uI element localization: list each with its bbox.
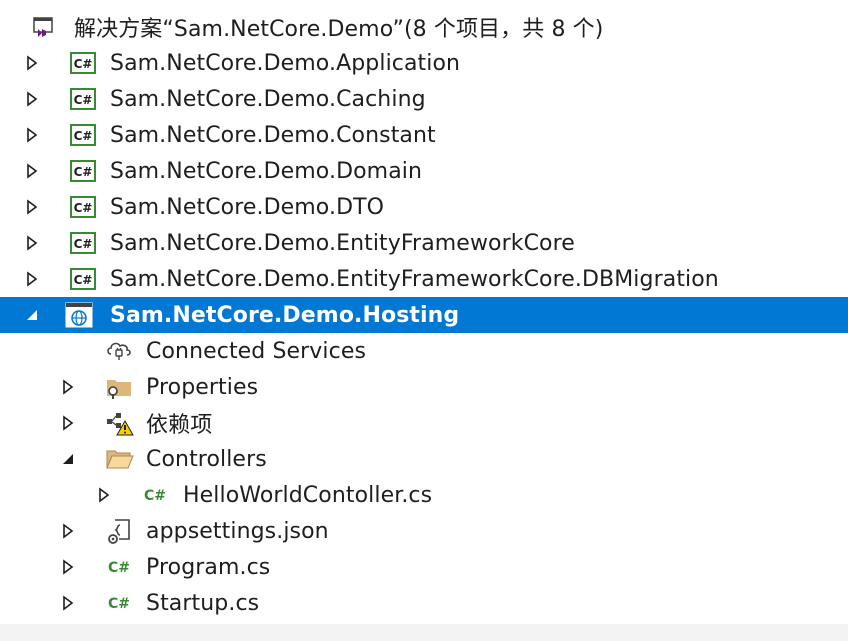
web-project-icon [64, 297, 94, 333]
svg-text:C#: C# [74, 57, 93, 71]
project-label: Sam.NetCore.Demo.Constant [110, 122, 436, 148]
svg-text:C#: C# [144, 488, 166, 504]
expand-arrow-icon[interactable] [22, 153, 42, 189]
collapse-arrow-icon[interactable] [58, 441, 78, 477]
project-label: Sam.NetCore.Demo.Domain [110, 158, 423, 184]
project-node-efcore[interactable]: C# Sam.NetCore.Demo.EntityFrameworkCore [0, 225, 848, 261]
controller-file-label: HelloWorldContoller.cs [183, 482, 433, 508]
expand-arrow-icon[interactable] [58, 549, 78, 585]
dependencies-label: 依赖项 [146, 413, 213, 438]
controllers-node[interactable]: Controllers [0, 441, 848, 477]
folder-open-icon [104, 441, 134, 477]
expand-arrow-icon[interactable] [22, 45, 42, 81]
project-label: Sam.NetCore.Demo.Application [110, 50, 461, 76]
project-label: Sam.NetCore.Demo.EntityFrameworkCore.DBM… [110, 266, 719, 292]
csharp-project-icon: C# [68, 225, 98, 261]
csharp-file-icon: C# [104, 585, 134, 621]
controllers-label: Controllers [146, 446, 267, 472]
properties-folder-icon [104, 369, 134, 405]
properties-node[interactable]: Properties [0, 369, 848, 405]
svg-text:C#: C# [108, 560, 130, 576]
project-node-dbmigration[interactable]: C# Sam.NetCore.Demo.EntityFrameworkCore.… [0, 261, 848, 297]
appsettings-label: appsettings.json [146, 518, 329, 544]
dependencies-warning-icon [104, 405, 134, 441]
appsettings-node[interactable]: appsettings.json [0, 513, 848, 549]
project-label: Sam.NetCore.Demo.DTO [110, 194, 385, 220]
project-label: Sam.NetCore.Demo.EntityFrameworkCore [110, 230, 575, 256]
csharp-file-icon: C# [140, 477, 170, 513]
csharp-project-icon: C# [68, 81, 98, 117]
project-node-dto[interactable]: C# Sam.NetCore.Demo.DTO [0, 189, 848, 225]
project-node-domain[interactable]: C# Sam.NetCore.Demo.Domain [0, 153, 848, 189]
json-file-icon [104, 513, 134, 549]
expand-arrow-icon[interactable] [22, 189, 42, 225]
project-label: Sam.NetCore.Demo.Hosting [110, 302, 460, 328]
startup-node[interactable]: C# Startup.cs [0, 585, 848, 621]
svg-text:C#: C# [74, 237, 93, 251]
expand-arrow-icon[interactable] [22, 261, 42, 297]
connected-services-node[interactable]: Connected Services [0, 333, 848, 369]
csharp-project-icon: C# [68, 153, 98, 189]
collapse-arrow-icon[interactable] [22, 297, 42, 333]
csharp-project-icon: C# [68, 117, 98, 153]
svg-text:C#: C# [108, 596, 130, 612]
expand-arrow-icon[interactable] [22, 81, 42, 117]
svg-text:C#: C# [74, 129, 93, 143]
expand-arrow-icon[interactable] [58, 513, 78, 549]
csharp-project-icon: C# [68, 45, 98, 81]
csharp-file-icon: C# [104, 549, 134, 585]
svg-text:C#: C# [74, 165, 93, 179]
expand-arrow-icon[interactable] [58, 369, 78, 405]
program-node[interactable]: C# Program.cs [0, 549, 848, 585]
expand-arrow-icon[interactable] [22, 225, 42, 261]
csharp-project-icon: C# [68, 261, 98, 297]
project-node-application[interactable]: C# Sam.NetCore.Demo.Application [0, 45, 848, 81]
solution-icon [28, 9, 58, 45]
controller-file-node[interactable]: C# HelloWorldContoller.cs [0, 477, 848, 513]
startup-label: Startup.cs [146, 590, 260, 616]
bottom-divider [0, 624, 848, 641]
properties-label: Properties [146, 374, 259, 400]
project-label: Sam.NetCore.Demo.Caching [110, 86, 426, 112]
expand-arrow-icon[interactable] [58, 405, 78, 441]
solution-node[interactable]: 解决方案“Sam.NetCore.Demo”(8 个项目，共 8 个) [0, 9, 848, 45]
connected-services-icon [104, 333, 134, 369]
csharp-project-icon: C# [68, 189, 98, 225]
project-node-caching[interactable]: C# Sam.NetCore.Demo.Caching [0, 81, 848, 117]
connected-services-label: Connected Services [146, 338, 367, 364]
project-node-hosting[interactable]: Sam.NetCore.Demo.Hosting [0, 297, 848, 333]
expand-arrow-icon[interactable] [58, 585, 78, 621]
expand-arrow-icon[interactable] [94, 477, 114, 513]
solution-label: 解决方案“Sam.NetCore.Demo”(8 个项目，共 8 个) [74, 17, 604, 42]
svg-text:C#: C# [74, 93, 93, 107]
project-node-constant[interactable]: C# Sam.NetCore.Demo.Constant [0, 117, 848, 153]
svg-text:C#: C# [74, 201, 93, 215]
dependencies-node[interactable]: 依赖项 [0, 405, 848, 441]
program-label: Program.cs [146, 554, 271, 580]
svg-text:C#: C# [74, 273, 93, 287]
expand-arrow-icon[interactable] [22, 117, 42, 153]
